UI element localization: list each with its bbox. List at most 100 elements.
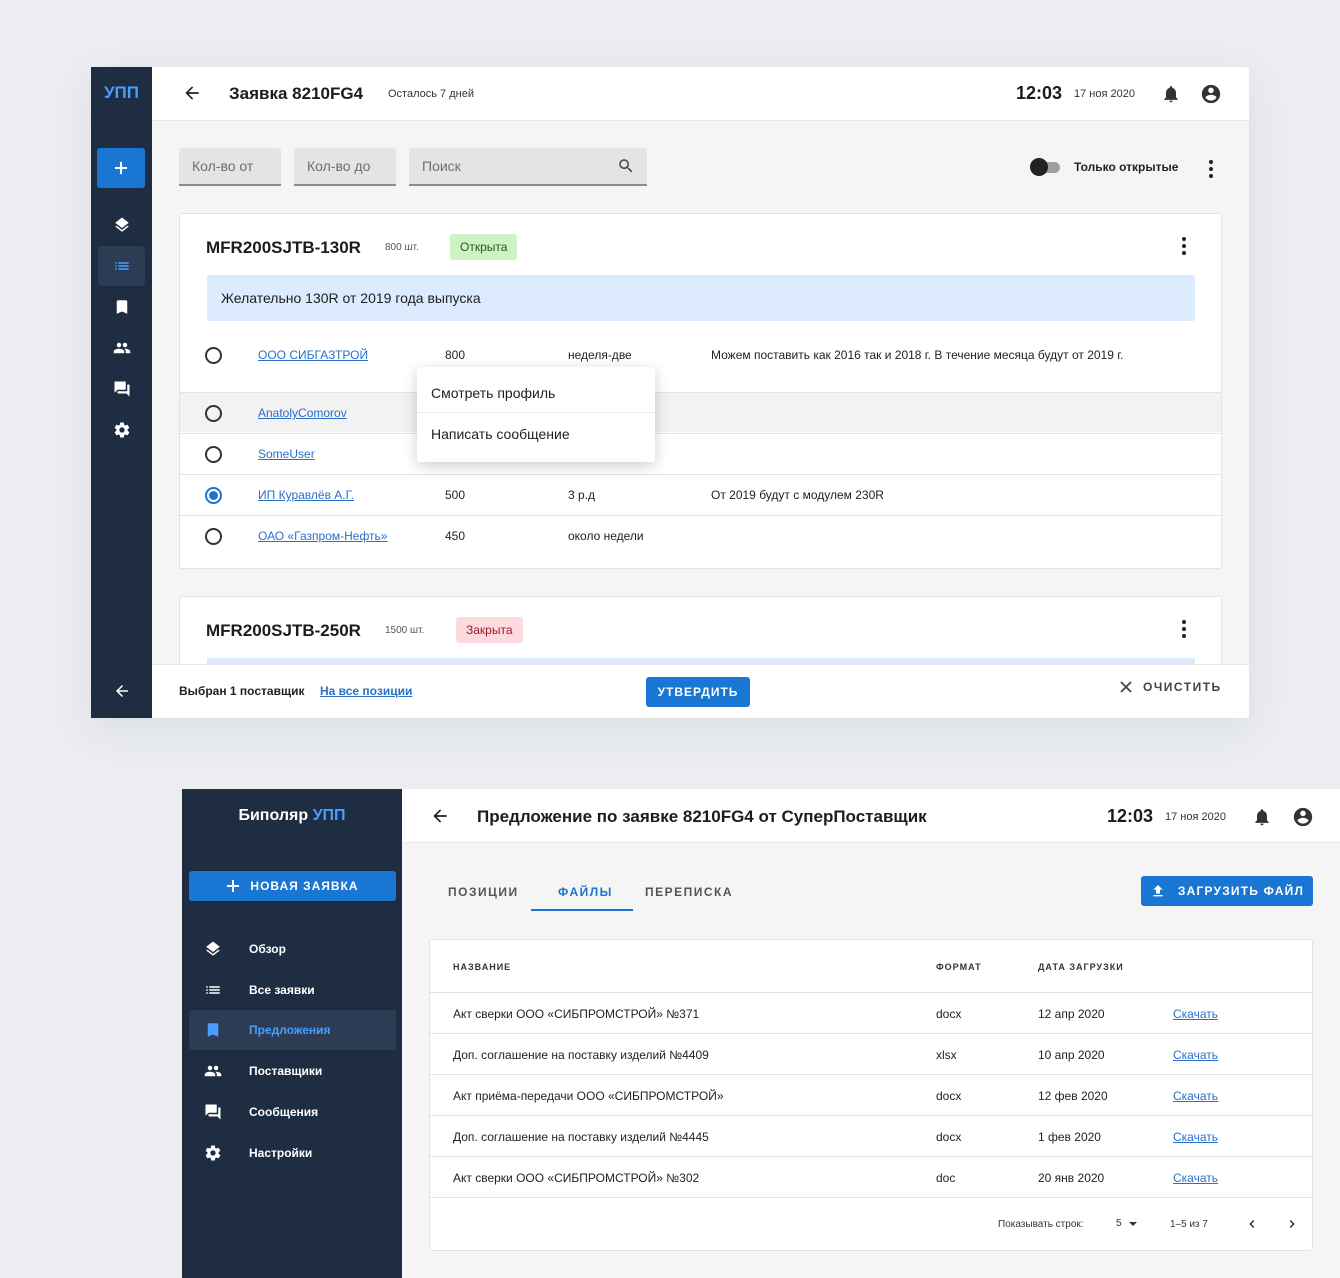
- supplier-name-link[interactable]: AnatolyComorov: [258, 406, 347, 420]
- tab-files[interactable]: ФАЙЛЫ: [558, 885, 613, 899]
- supplier-name-link[interactable]: ОАО «Газпром-Нефть»: [258, 529, 387, 543]
- page-title: Предложение по заявке 8210FG4 от СуперПо…: [477, 807, 927, 826]
- rail-item-overview[interactable]: [98, 205, 145, 245]
- menu-item-view-profile[interactable]: Смотреть профиль: [417, 373, 655, 413]
- supplier-radio[interactable]: [205, 446, 222, 463]
- supplier-radio-selected[interactable]: [205, 487, 222, 504]
- column-header-name[interactable]: НАЗВАНИЕ: [453, 962, 511, 972]
- table-row: Доп. соглашение на поставку изделий №444…: [430, 1115, 1312, 1156]
- rail-item-messages[interactable]: [98, 369, 145, 409]
- sidebar-item-offers[interactable]: Предложения: [189, 1010, 396, 1050]
- qty-to-field[interactable]: Кол-во до: [294, 148, 396, 186]
- menu-item-send-message[interactable]: Написать сообщение: [417, 414, 655, 454]
- clock-date: 17 ноя 2020: [1074, 88, 1135, 100]
- download-link[interactable]: Скачать: [1173, 1007, 1218, 1021]
- sidebar-item-settings[interactable]: Настройки: [189, 1133, 396, 1173]
- days-left: Осталось 7 дней: [388, 88, 474, 100]
- sidebar-item-messages[interactable]: Сообщения: [189, 1092, 396, 1132]
- prev-page-button[interactable]: [1244, 1216, 1260, 1232]
- account-icon: [1293, 807, 1313, 827]
- new-request-button[interactable]: НОВАЯ ЗАЯВКА: [189, 871, 396, 901]
- bookmark-icon: [116, 300, 127, 314]
- rows-per-page-select[interactable]: 5: [1116, 1218, 1138, 1229]
- rail-item-requests[interactable]: [98, 246, 145, 286]
- supplier-comment: Можем поставить как 2016 так и 2018 г. В…: [711, 348, 1124, 362]
- supplier-term: около недели: [568, 529, 644, 543]
- tab-positions[interactable]: ПОЗИЦИИ: [448, 885, 519, 899]
- next-page-button[interactable]: [1284, 1216, 1300, 1232]
- position-qty: 1500 шт.: [385, 625, 425, 636]
- chat-icon: [114, 381, 129, 397]
- rail-item-suppliers[interactable]: [98, 328, 145, 368]
- upload-file-button[interactable]: ЗАГРУЗИТЬ ФАЙЛ: [1141, 876, 1313, 906]
- sidebar-item-suppliers[interactable]: Поставщики: [189, 1051, 396, 1091]
- supplier-qty: 800: [445, 348, 466, 362]
- file-name: Доп. соглашение на поставку изделий №440…: [453, 1048, 709, 1062]
- clock-date: 17 ноя 2020: [1165, 811, 1226, 823]
- supplier-name-link[interactable]: SomeUser: [258, 447, 315, 461]
- list-icon: [206, 986, 220, 994]
- people-icon: [204, 1065, 222, 1077]
- sidebar-item-label: Настройки: [249, 1146, 313, 1160]
- download-link[interactable]: Скачать: [1173, 1171, 1218, 1185]
- notifications-button[interactable]: [1252, 807, 1272, 827]
- bell-icon: [1255, 809, 1269, 826]
- sidebar-item-label: Поставщики: [249, 1064, 323, 1078]
- sidebar-item-label: Предложения: [249, 1023, 331, 1037]
- file-format: xlsx: [936, 1048, 957, 1062]
- clear-button[interactable]: ОЧИСТИТЬ: [1119, 680, 1222, 694]
- search-input[interactable]: Поиск: [409, 148, 647, 186]
- supplier-row[interactable]: ИП Куравлёв А.Г. 500 3 р.д От 2019 будут…: [180, 474, 1221, 514]
- close-icon: [1120, 681, 1132, 693]
- status-badge: Закрыта: [456, 617, 523, 643]
- notifications-button[interactable]: [1161, 84, 1181, 104]
- supplier-row[interactable]: ОАО «Газпром-Нефть» 450 около недели: [180, 515, 1221, 555]
- table-divider: [430, 1197, 1312, 1198]
- qty-from-field[interactable]: Кол-во от: [179, 148, 281, 186]
- add-button[interactable]: [97, 148, 145, 188]
- position-more-button[interactable]: [1178, 620, 1190, 638]
- sidebar-item-overview[interactable]: Обзор: [189, 929, 396, 969]
- offer-window: Биполяр УПП НОВАЯ ЗАЯВКА Обзор Все заявк…: [182, 789, 1340, 1278]
- supplier-radio[interactable]: [205, 347, 222, 364]
- rail-item-settings[interactable]: [98, 410, 145, 450]
- back-button[interactable]: [430, 806, 450, 826]
- supplier-row[interactable]: ООО СИБГАЗТРОЙ 800 неделя-две Можем пост…: [180, 335, 1221, 375]
- supplier-radio[interactable]: [205, 405, 222, 422]
- tab-correspondence[interactable]: ПЕРЕПИСКА: [645, 885, 733, 899]
- back-button[interactable]: [182, 83, 202, 103]
- approve-button[interactable]: УТВЕРДИТЬ: [646, 677, 750, 707]
- download-link[interactable]: Скачать: [1173, 1130, 1218, 1144]
- position-note: Желательно 130R от 2019 года выпуска: [207, 275, 1195, 321]
- request-window: УПП Заявка 8210FG4 Осталось 7 дней 12:03…: [91, 67, 1249, 718]
- download-link[interactable]: Скачать: [1173, 1048, 1218, 1062]
- supplier-row[interactable]: SomeUser: [180, 433, 1221, 473]
- file-format: docx: [936, 1130, 962, 1144]
- account-button[interactable]: [1292, 806, 1314, 828]
- supplier-radio[interactable]: [205, 528, 222, 545]
- account-button[interactable]: [1200, 83, 1222, 105]
- sidebar-item-all-requests[interactable]: Все заявки: [189, 970, 396, 1010]
- all-positions-link[interactable]: На все позиции: [320, 684, 412, 698]
- app-logo: УПП: [103, 83, 139, 102]
- file-date: 12 апр 2020: [1038, 1007, 1105, 1021]
- table-row: Акт сверки ООО «СИБПРОМСТРОЙ» №302 doc 2…: [430, 1156, 1312, 1197]
- download-link[interactable]: Скачать: [1173, 1089, 1218, 1103]
- table-row: Доп. соглашение на поставку изделий №440…: [430, 1033, 1312, 1074]
- search-placeholder: Поиск: [422, 158, 461, 174]
- supplier-row[interactable]: AnatolyComorov: [180, 392, 1221, 432]
- position-title: MFR200SJTB-130R: [206, 238, 361, 257]
- position-more-button[interactable]: [1178, 237, 1190, 255]
- column-header-format[interactable]: ФОРМАТ: [936, 962, 982, 972]
- supplier-name-link[interactable]: ИП Куравлёв А.Г.: [258, 488, 354, 502]
- sidebar-item-label: Сообщения: [249, 1105, 319, 1119]
- collapse-button[interactable]: [98, 671, 145, 711]
- supplier-name-link[interactable]: ООО СИБГАЗТРОЙ: [258, 348, 368, 362]
- toggle-knob[interactable]: [1030, 158, 1048, 176]
- brand-logo: Биполяр УПП: [182, 807, 402, 825]
- column-header-date[interactable]: ДАТА ЗАГРУЗКИ: [1038, 962, 1124, 972]
- rail-item-offers[interactable]: [98, 287, 145, 327]
- supplier-term: 3 р.д: [568, 488, 596, 502]
- file-date: 10 апр 2020: [1038, 1048, 1105, 1062]
- filters-more-button[interactable]: [1205, 160, 1217, 178]
